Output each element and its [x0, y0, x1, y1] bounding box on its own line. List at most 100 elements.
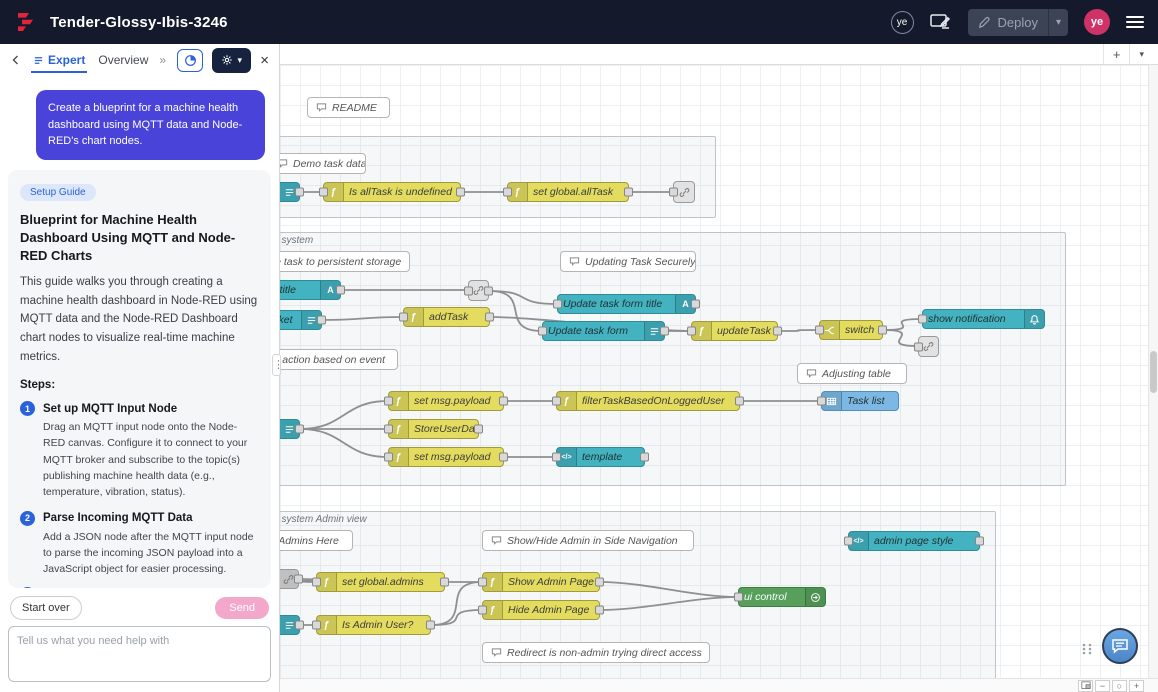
- input-port[interactable]: [553, 300, 562, 309]
- input-port[interactable]: [503, 188, 512, 197]
- flow-node-filter-task[interactable]: ƒfilterTaskBasedOnLoggedUser: [556, 391, 740, 411]
- input-port[interactable]: [844, 537, 853, 546]
- comment-node-readme[interactable]: README: [307, 97, 390, 118]
- input-port[interactable]: [312, 578, 321, 587]
- output-port[interactable]: [691, 300, 700, 309]
- back-icon[interactable]: [10, 54, 22, 66]
- zoom-reset-button[interactable]: ○: [1112, 680, 1127, 692]
- output-port[interactable]: [336, 286, 345, 295]
- input-port[interactable]: [552, 397, 561, 406]
- output-port[interactable]: [975, 537, 984, 546]
- output-port[interactable]: [735, 397, 744, 406]
- flow-node-template[interactable]: </>template: [556, 447, 645, 467]
- input-port[interactable]: [669, 188, 678, 197]
- input-port[interactable]: [464, 286, 473, 295]
- input-port[interactable]: [538, 327, 547, 336]
- user-avatar[interactable]: ye: [1084, 9, 1110, 35]
- flow-node-is-alltask-undefined[interactable]: ƒIs allTask is undefined: [323, 182, 461, 202]
- comment-node-adjusting-table[interactable]: Adjusting table: [797, 363, 907, 384]
- output-port[interactable]: [878, 326, 887, 335]
- input-port[interactable]: [734, 593, 743, 602]
- flow-node-storeuserdata[interactable]: ƒStoreUserData: [388, 419, 479, 439]
- input-port[interactable]: [918, 315, 927, 324]
- comment-node-updating-task-securely[interactable]: Updating Task Securely: [560, 251, 696, 272]
- output-port[interactable]: [624, 188, 633, 197]
- input-port[interactable]: [687, 327, 696, 336]
- flow-node-ticket[interactable]: ticket: [280, 310, 322, 330]
- output-port[interactable]: [456, 188, 465, 197]
- flow-node-link-out-1[interactable]: [673, 181, 695, 203]
- output-port[interactable]: [474, 425, 483, 434]
- comment-node-redirect-non-admin[interactable]: Redirect is non-admin trying direct acce…: [482, 642, 710, 663]
- input-port[interactable]: [384, 425, 393, 434]
- input-port[interactable]: [312, 621, 321, 630]
- output-port[interactable]: [640, 453, 649, 462]
- flow-node-task-list[interactable]: Task list: [821, 391, 899, 411]
- flow-node-set-global-admins[interactable]: ƒset global.admins: [316, 572, 445, 592]
- flow-node-switch[interactable]: switch: [819, 320, 883, 340]
- start-over-button[interactable]: Start over: [10, 596, 82, 620]
- flow-node-updatetask[interactable]: ƒupdateTask: [691, 321, 778, 341]
- zoom-out-button[interactable]: −: [1095, 680, 1110, 692]
- output-port[interactable]: [317, 316, 326, 325]
- drag-handle-icon[interactable]: [1080, 642, 1094, 656]
- output-port[interactable]: [295, 188, 304, 197]
- flow-node-task-form-title[interactable]: Task form titleA: [280, 280, 341, 300]
- panel-resize-handle[interactable]: ⋮: [272, 354, 281, 376]
- flow-canvas[interactable]: Task systemTask system Admin view README…: [280, 65, 1158, 678]
- input-port[interactable]: [815, 326, 824, 335]
- vertical-scrollbar[interactable]: [1148, 65, 1158, 678]
- flowfuse-logo-icon[interactable]: [14, 9, 40, 35]
- input-port[interactable]: [399, 313, 408, 322]
- flow-node-is-admin-user[interactable]: ƒIs Admin User?: [316, 615, 431, 635]
- tab-overview[interactable]: Overview: [96, 47, 150, 73]
- output-port[interactable]: [295, 425, 304, 434]
- output-port[interactable]: [773, 327, 782, 336]
- input-port[interactable]: [384, 453, 393, 462]
- comment-node-show-hide-admin[interactable]: Show/Hide Admin in Side Navigation: [482, 530, 694, 551]
- settings-dropdown-button[interactable]: ▾: [212, 48, 251, 73]
- output-port[interactable]: [295, 621, 304, 630]
- comment-node-take-action[interactable]: Take action based on event: [280, 349, 398, 370]
- deploy-button[interactable]: Deploy: [968, 15, 1048, 30]
- flow-node-update-task-form-title[interactable]: Update task form titleA: [557, 294, 696, 314]
- output-port[interactable]: [499, 397, 508, 406]
- flow-node-link-mid[interactable]: [468, 280, 489, 301]
- comment-node-save-task[interactable]: Save task to persistent storage: [280, 251, 410, 272]
- team-badge[interactable]: ye: [891, 11, 914, 34]
- flow-node-admin-page-style[interactable]: </>admin page style: [848, 531, 980, 551]
- flow-node-show-notification[interactable]: show notification: [922, 309, 1045, 329]
- tab-overflow-icon[interactable]: »: [159, 53, 166, 67]
- output-port[interactable]: [660, 327, 669, 336]
- flow-node-hide-admin-page[interactable]: ƒHide Admin Page: [482, 600, 600, 620]
- input-port[interactable]: [552, 453, 561, 462]
- output-port[interactable]: [485, 313, 494, 322]
- assistant-input[interactable]: [8, 626, 271, 682]
- flow-node-set-msg-payload-2[interactable]: ƒset msg.payload: [388, 447, 504, 467]
- deploy-options-caret[interactable]: ▾: [1048, 9, 1068, 36]
- output-port[interactable]: [499, 453, 508, 462]
- toggle-navigator-button[interactable]: [1078, 680, 1093, 692]
- menu-icon[interactable]: [1126, 16, 1144, 28]
- output-port[interactable]: [294, 575, 303, 584]
- output-port[interactable]: [440, 578, 449, 587]
- close-icon[interactable]: ×: [260, 52, 269, 69]
- input-port[interactable]: [319, 188, 328, 197]
- flow-node-ui-control[interactable]: ui control: [738, 587, 826, 607]
- input-port[interactable]: [817, 397, 826, 406]
- zoom-in-button[interactable]: +: [1129, 680, 1144, 692]
- output-port[interactable]: [595, 606, 604, 615]
- assistant-chat-button[interactable]: [1102, 628, 1138, 664]
- flow-node-update-task-form[interactable]: Update task form: [542, 321, 665, 341]
- input-port[interactable]: [914, 342, 923, 351]
- flow-node-inject-stub-2[interactable]: [280, 419, 300, 439]
- chart-panel-button[interactable]: [177, 49, 203, 72]
- input-port[interactable]: [478, 578, 487, 587]
- flow-node-inject-stub-4[interactable]: [280, 615, 300, 635]
- flow-node-link-out-2[interactable]: [918, 336, 939, 357]
- scrollbar-thumb[interactable]: [1150, 351, 1157, 393]
- send-button[interactable]: Send: [215, 597, 269, 619]
- tab-expert[interactable]: Expert: [31, 47, 87, 73]
- flow-node-set-global-alltask[interactable]: ƒset global.allTask: [507, 182, 629, 202]
- add-flow-button[interactable]: +: [1103, 44, 1130, 64]
